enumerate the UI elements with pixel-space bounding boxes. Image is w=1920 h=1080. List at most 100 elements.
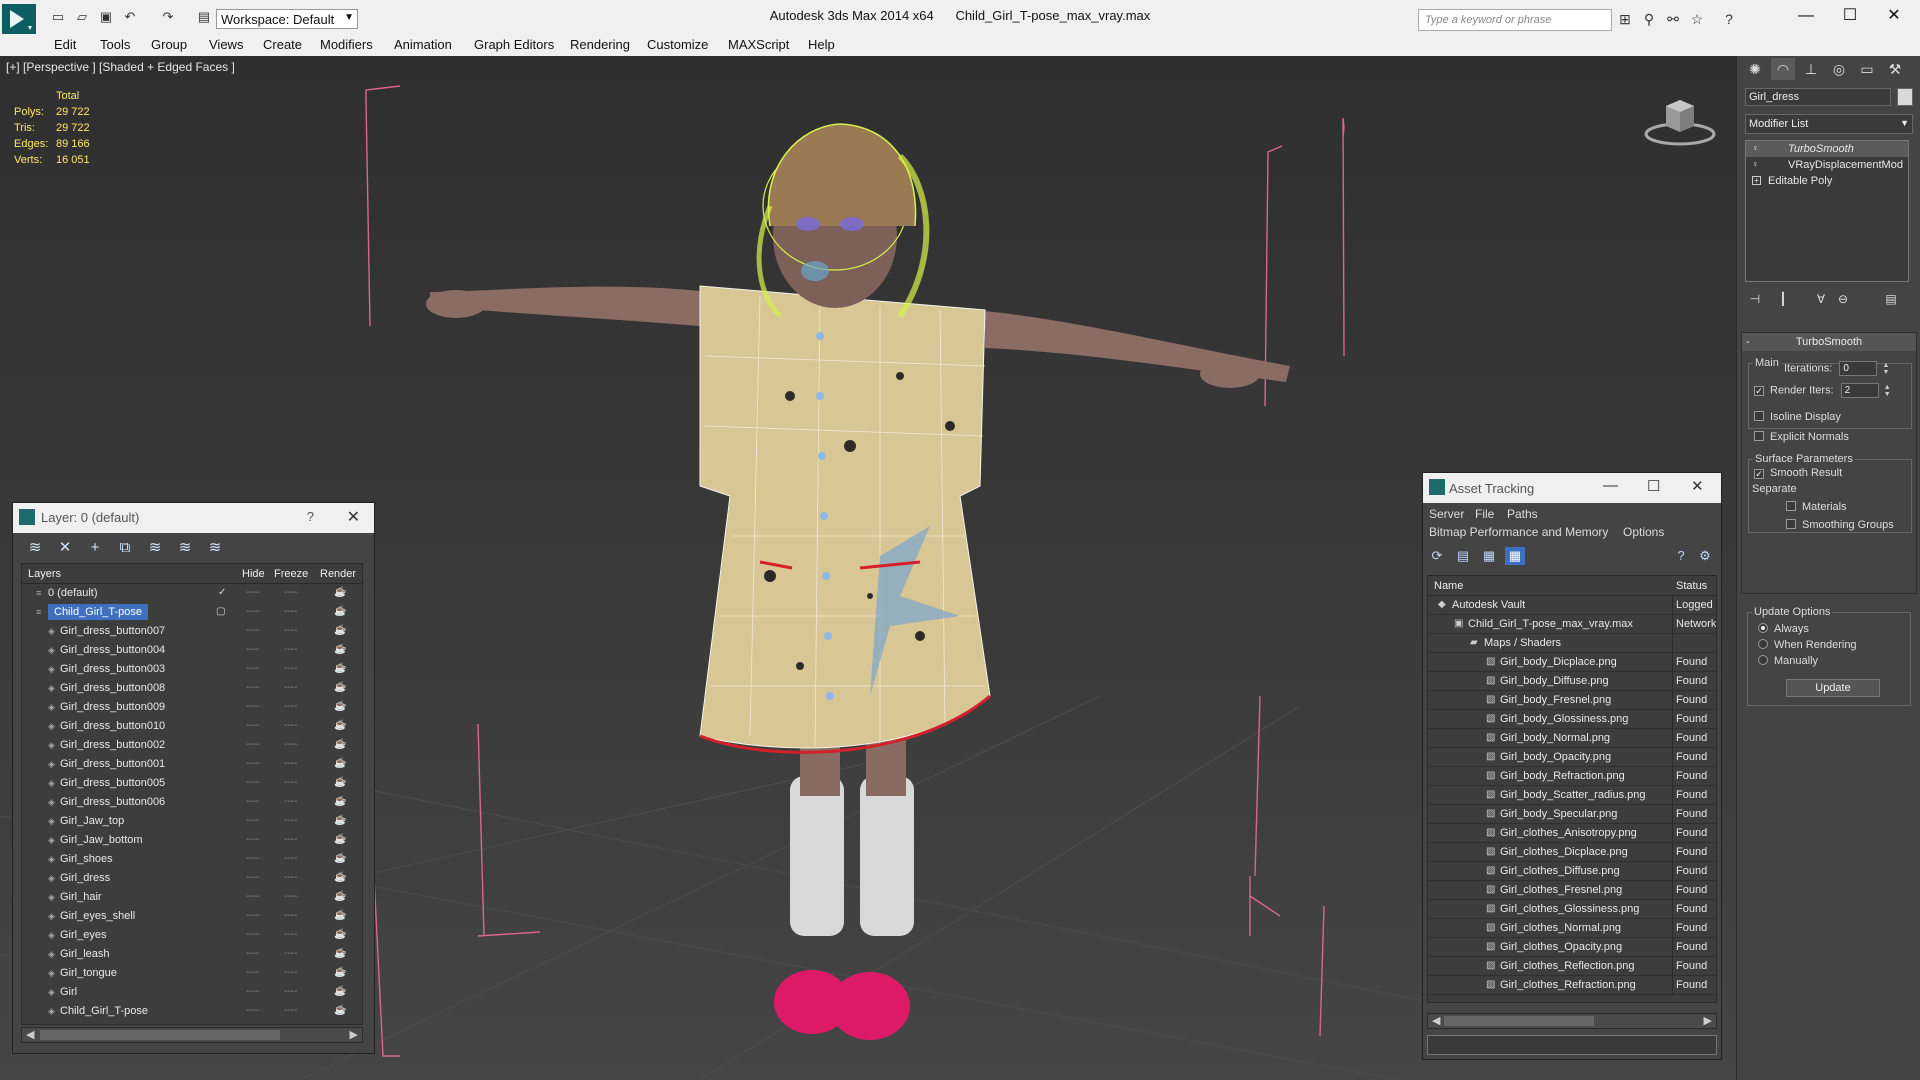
viewcube-icon[interactable]: [1640, 88, 1720, 148]
close-icon[interactable]: ✕: [347, 507, 360, 527]
column-render[interactable]: Render: [320, 568, 356, 580]
layer-row[interactable]: ◈ Girl_tongue ---- ---- ☕: [22, 964, 362, 983]
hide-toggle[interactable]: ----: [246, 587, 259, 598]
search-input[interactable]: Type a keyword or phrase: [1418, 9, 1612, 31]
hide-toggle[interactable]: ----: [246, 739, 259, 750]
render-teapot-icon[interactable]: ☕: [334, 853, 346, 864]
layer-list-scrollbar[interactable]: ◀ ▶: [21, 1027, 363, 1043]
remove-modifier-icon[interactable]: ⊖: [1833, 290, 1853, 308]
layer-row[interactable]: ◈ Girl_dress ---- ---- ☕: [22, 869, 362, 888]
menu-modifiers[interactable]: Modifiers: [320, 37, 373, 52]
maximize-icon[interactable]: ☐: [1830, 4, 1870, 28]
freeze-toggle[interactable]: ----: [284, 796, 297, 807]
hide-toggle[interactable]: ----: [246, 625, 259, 636]
render-teapot-icon[interactable]: ☕: [334, 834, 346, 845]
menu-paths[interactable]: Paths: [1507, 507, 1538, 521]
layer-name[interactable]: Girl_dress_button008: [60, 682, 165, 694]
layer-row[interactable]: ◈ Girl_leash ---- ---- ☕: [22, 945, 362, 964]
hide-toggle[interactable]: ----: [246, 872, 259, 883]
layer-row[interactable]: ◈ Girl_dress_button006 ---- ---- ☕: [22, 793, 362, 812]
menu-animation[interactable]: Animation: [394, 37, 452, 52]
menu-tools[interactable]: Tools: [100, 37, 130, 52]
layer-name[interactable]: Girl_shoes: [60, 853, 113, 865]
hide-toggle[interactable]: ----: [246, 948, 259, 959]
asset-row[interactable]: ▧ Girl_clothes_Reflection.png Found: [1428, 957, 1716, 976]
freeze-toggle[interactable]: ----: [284, 625, 297, 636]
help-icon[interactable]: ?: [307, 509, 314, 524]
layer-name[interactable]: Girl_dress_button010: [60, 720, 165, 732]
set-current-layer-icon[interactable]: ▢: [216, 606, 225, 617]
render-teapot-icon[interactable]: ☕: [334, 815, 346, 826]
spinner-arrows-icon[interactable]: ▲ ▼: [1884, 384, 1891, 398]
hide-toggle[interactable]: ----: [246, 834, 259, 845]
when-rendering-radio[interactable]: [1758, 639, 1768, 649]
asset-path-field[interactable]: [1427, 1035, 1717, 1055]
render-teapot-icon[interactable]: ☕: [334, 739, 346, 750]
lightbulb-icon[interactable]: ♀: [1752, 159, 1759, 169]
freeze-toggle[interactable]: ----: [284, 720, 297, 731]
binoculars-icon[interactable]: ⊞: [1616, 10, 1634, 28]
layer-name[interactable]: Girl_leash: [60, 948, 110, 960]
asset-row[interactable]: ▧ Girl_body_Refraction.png Found: [1428, 767, 1716, 786]
smoothing-groups-checkbox[interactable]: [1786, 519, 1796, 529]
layer-row[interactable]: ◈ Girl_dress_button008 ---- ---- ☕: [22, 679, 362, 698]
maximize-icon[interactable]: ☐: [1647, 477, 1660, 495]
smooth-result-row[interactable]: ✓ Smooth Result: [1754, 467, 1842, 479]
expand-icon[interactable]: +: [1752, 176, 1761, 185]
layer-name[interactable]: Girl_dress_button005: [60, 777, 165, 789]
layer-row[interactable]: ◈ Girl_Jaw_top ---- ---- ☕: [22, 812, 362, 831]
object-name-field[interactable]: Girl_dress: [1745, 88, 1891, 106]
layer-row[interactable]: ◈ Girl_dress_button004 ---- ---- ☕: [22, 641, 362, 660]
favorites-star-icon[interactable]: ☆: [1688, 10, 1706, 28]
make-unique-icon[interactable]: ∀: [1811, 290, 1831, 308]
utilities-tab-icon[interactable]: ⚒: [1883, 58, 1907, 80]
hide-toggle[interactable]: ----: [246, 967, 259, 978]
freeze-toggle[interactable]: ----: [284, 682, 297, 693]
menu-server[interactable]: Server: [1429, 507, 1464, 521]
motion-tab-icon[interactable]: ◎: [1827, 58, 1851, 80]
modify-tab-icon[interactable]: ◠: [1771, 58, 1795, 80]
menu-options[interactable]: Options: [1623, 525, 1664, 539]
freeze-toggle[interactable]: ----: [284, 834, 297, 845]
freeze-toggle[interactable]: ----: [284, 758, 297, 769]
layer-row[interactable]: ◈ Girl_shoes ---- ---- ☕: [22, 850, 362, 869]
help-icon[interactable]: ?: [1671, 547, 1691, 565]
layer-row[interactable]: ◈ Girl_dress_button002 ---- ---- ☕: [22, 736, 362, 755]
asset-row[interactable]: ▧ Girl_clothes_Diffuse.png Found: [1428, 862, 1716, 881]
subscription-icon[interactable]: ⚲: [1640, 10, 1658, 28]
isoline-checkbox[interactable]: [1754, 411, 1764, 421]
scroll-right-icon[interactable]: ▶: [1704, 1014, 1712, 1027]
lightbulb-icon[interactable]: ♀: [1752, 143, 1759, 153]
scroll-left-icon[interactable]: ◀: [26, 1028, 34, 1041]
freeze-all-layers-icon[interactable]: ≋: [205, 539, 225, 557]
hide-all-layers-icon[interactable]: ≋: [175, 539, 195, 557]
asset-row[interactable]: ▧ Girl_clothes_Glossiness.png Found: [1428, 900, 1716, 919]
freeze-toggle[interactable]: ----: [284, 701, 297, 712]
close-icon[interactable]: ✕: [1691, 477, 1704, 495]
minimize-icon[interactable]: —: [1603, 477, 1618, 494]
layer-name[interactable]: Girl_Jaw_top: [60, 815, 124, 827]
asset-row[interactable]: ▧ Girl_body_Fresnel.png Found: [1428, 691, 1716, 710]
render-teapot-icon[interactable]: ☕: [334, 587, 346, 598]
always-radio-row[interactable]: Always: [1758, 623, 1809, 635]
hide-toggle[interactable]: ----: [246, 682, 259, 693]
render-teapot-icon[interactable]: ☕: [334, 910, 346, 921]
column-freeze[interactable]: Freeze: [274, 568, 308, 580]
asset-row[interactable]: ▣ Child_Girl_T-pose_max_vray.max Network: [1428, 615, 1716, 634]
render-teapot-icon[interactable]: ☕: [334, 891, 346, 902]
freeze-toggle[interactable]: ----: [284, 587, 297, 598]
layer-name[interactable]: Girl_dress_button003: [60, 663, 165, 675]
freeze-toggle[interactable]: ----: [284, 663, 297, 674]
menu-group[interactable]: Group: [151, 37, 187, 52]
render-teapot-icon[interactable]: ☕: [334, 777, 346, 788]
layer-name[interactable]: Girl: [60, 986, 77, 998]
freeze-toggle[interactable]: ----: [284, 1005, 297, 1016]
iterations-spinner[interactable]: 0: [1839, 361, 1878, 376]
asset-row[interactable]: ▧ Girl_body_Dicplace.png Found: [1428, 653, 1716, 672]
menu-edit[interactable]: Edit: [54, 37, 76, 52]
show-end-result-icon[interactable]: ┃: [1773, 290, 1793, 308]
hide-toggle[interactable]: ----: [246, 777, 259, 788]
create-layer-icon[interactable]: ≋: [25, 539, 45, 557]
asset-row[interactable]: ▧ Girl_clothes_Fresnel.png Found: [1428, 881, 1716, 900]
materials-row[interactable]: Materials: [1786, 501, 1847, 513]
